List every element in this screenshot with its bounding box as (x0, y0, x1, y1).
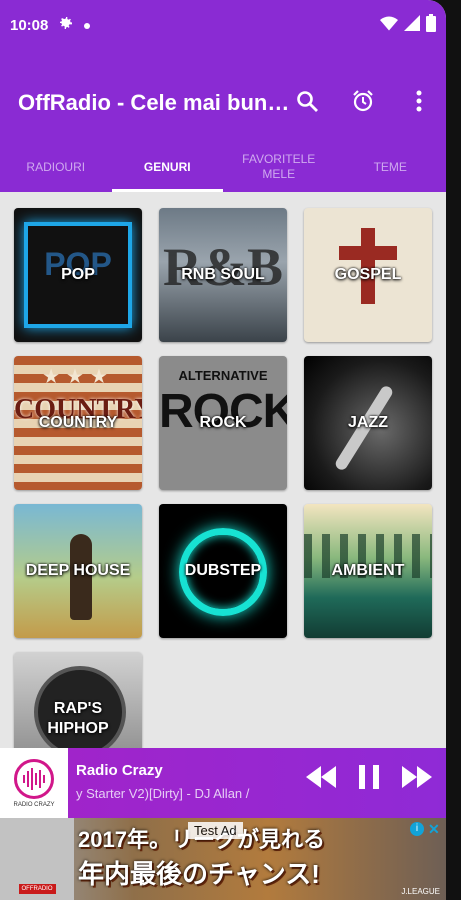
more-vert-icon[interactable] (406, 88, 432, 114)
ad-brand: J.LEAGUE (401, 887, 440, 896)
pause-icon[interactable] (356, 764, 382, 790)
genre-tile-deep-house[interactable]: DEEP HOUSE (14, 504, 142, 638)
settings-icon (58, 15, 74, 36)
genre-label: DUBSTEP (184, 562, 262, 579)
app-title: OffRadio - Cele mai bun… (18, 90, 290, 115)
genre-tile-country[interactable]: ★★★ COUNTRY COUNTRY (14, 356, 142, 490)
genre-tile-dubstep[interactable]: DUBSTEP (159, 504, 287, 638)
genre-label: GOSPEL (334, 266, 402, 283)
ad-subheadline: 年内最後のチャンス! (78, 859, 320, 889)
status-time: 10:08 (10, 16, 49, 34)
next-icon[interactable] (402, 764, 432, 790)
wifi-icon (380, 15, 398, 36)
search-icon[interactable] (294, 88, 320, 114)
genre-tile-rock[interactable]: ALTERNATIVE ROCK ROCK (159, 356, 287, 490)
genre-label: ROCK (199, 414, 247, 431)
genre-label: POP (61, 266, 95, 283)
tab-favoritele-mele[interactable]: FAVORITELE MELE (223, 142, 335, 192)
battery-icon (426, 13, 436, 37)
alarm-icon[interactable] (350, 88, 376, 114)
ad-test-label: Test Ad (188, 822, 243, 839)
genre-tile-jazz[interactable]: JAZZ (304, 356, 432, 490)
station-logo: RADIO CRAZY (0, 748, 68, 818)
dot-icon (84, 16, 91, 34)
phone-screen: 10:08 OffRadio - Cele mai bun… RADIOURI … (0, 0, 446, 900)
status-bar: 10:08 (0, 0, 446, 50)
app-bar: OffRadio - Cele mai bun… RADIOURI GENURI… (0, 50, 446, 192)
tab-bar: RADIOURI GENURI FAVORITELE MELE TEME (0, 142, 446, 192)
tab-radiouri[interactable]: RADIOURI (0, 142, 112, 192)
genre-label: RAP'S HIPHOP (47, 700, 109, 737)
genre-tile-gospel[interactable]: GOSPEL (304, 208, 432, 342)
tile-art-subtext: ALTERNATIVE (178, 368, 268, 383)
genre-label: COUNTRY (38, 414, 118, 431)
genre-label: JAZZ (348, 414, 388, 431)
genre-label: DEEP HOUSE (25, 562, 131, 579)
ad-logo: OFFRADIO (0, 818, 74, 900)
track-title: y Starter V2)[Dirty] - DJ Allan / (76, 786, 250, 801)
station-name: Radio Crazy (76, 762, 163, 779)
genre-label: AMBIENT (331, 562, 405, 579)
genre-tile-ambient[interactable]: AMBIENT (304, 504, 432, 638)
ad-banner[interactable]: OFFRADIO 2017年。リーグが見れる 年内最後のチャンス! Test A… (0, 818, 446, 900)
station-logo-caption: RADIO CRAZY (13, 801, 55, 808)
tab-genuri[interactable]: GENURI (111, 142, 224, 192)
close-icon[interactable]: ✕ (428, 822, 442, 836)
tab-teme[interactable]: TEME (335, 142, 447, 192)
signal-icon (404, 14, 420, 36)
previous-icon[interactable] (306, 764, 336, 790)
genre-label: RNB SOUL (181, 266, 265, 283)
info-icon[interactable]: i (410, 822, 424, 836)
genre-tile-rnb-soul[interactable]: R&B RNB SOUL (159, 208, 287, 342)
genre-tile-pop[interactable]: POP POP (14, 208, 142, 342)
mini-player[interactable]: RADIO CRAZY Radio Crazy y Starter V2)[Di… (0, 748, 446, 818)
stars-icon: ★★★ (42, 366, 114, 388)
